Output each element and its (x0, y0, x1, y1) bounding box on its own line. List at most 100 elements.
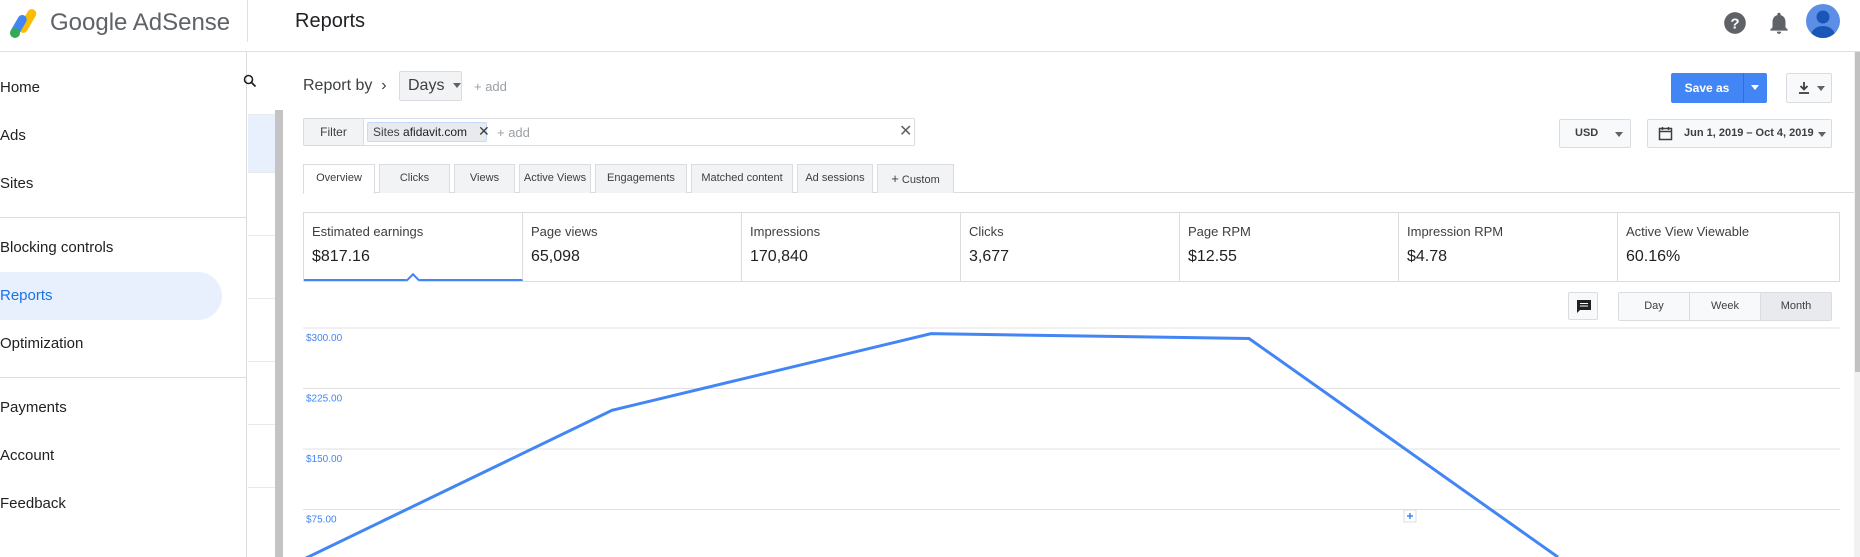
currency-dropdown[interactable]: USD (1559, 119, 1631, 148)
chevron-down-icon (1817, 86, 1825, 91)
metric-label: Estimated earnings (312, 224, 424, 239)
sidebar-item-blocking-controls[interactable]: Blocking controls (0, 224, 222, 272)
metric-card-impressions[interactable]: Impressions 170,840 (742, 213, 961, 281)
report-main: Report by › Days + add Save as Filter Si… (284, 52, 1860, 557)
sidebar-item-optimization[interactable]: Optimization (0, 320, 222, 368)
panel-divider (248, 487, 275, 488)
metric-label: Page RPM (1188, 224, 1251, 239)
add-annotation-icon[interactable] (1403, 509, 1417, 523)
sidebar-item-label: Payments (0, 399, 67, 416)
currency-value: USD (1575, 127, 1599, 139)
metric-card-active-view-viewable[interactable]: Active View Viewable 60.16% (1618, 213, 1839, 281)
metric-value: 60.16% (1626, 248, 1681, 265)
metric-card-page-views[interactable]: Page views 65,098 (523, 213, 742, 281)
page-scrollbar-thumb[interactable] (1855, 52, 1860, 372)
account-avatar[interactable] (1806, 4, 1840, 38)
search-icon[interactable] (243, 74, 257, 88)
date-range-value: Jun 1, 2019 – Oct 4, 2019 (1684, 127, 1814, 139)
panel-divider (248, 424, 275, 425)
sidebar-item-ads[interactable]: Ads (0, 112, 222, 160)
sidebar-item-sites[interactable]: Sites (0, 160, 222, 208)
filter-bar: Filter Sites afidavit.com ✕ + add ✕ (303, 118, 915, 146)
split-divider (1743, 73, 1744, 103)
dimension-dropdown[interactable]: Days (399, 71, 462, 101)
clear-filter-close-icon[interactable]: ✕ (899, 122, 912, 142)
download-icon (1799, 82, 1809, 94)
sidebar-item-label: Feedback (0, 495, 66, 512)
remove-chip-close-icon[interactable]: ✕ (478, 123, 490, 139)
metric-label: Impressions (750, 224, 821, 239)
metric-label: Page views (531, 224, 598, 239)
save-as-button[interactable]: Save as (1671, 73, 1767, 103)
metric-card-clicks[interactable]: Clicks 3,677 (961, 213, 1180, 281)
download-button[interactable] (1786, 73, 1832, 103)
chevron-down-icon (452, 83, 461, 89)
chevron-down-icon[interactable] (1751, 85, 1759, 90)
tab-active-views[interactable]: Active Views (519, 164, 591, 193)
sidebar-divider (0, 377, 247, 378)
sidebar-item-feedback[interactable]: Feedback (0, 480, 222, 528)
metric-value: $817.16 (312, 248, 370, 265)
metric-value: $4.78 (1407, 248, 1448, 265)
tab-views[interactable]: Views (454, 164, 515, 193)
panel-divider (248, 298, 275, 299)
sidebar-divider (0, 217, 247, 218)
tab-matched-content[interactable]: Matched content (691, 164, 793, 193)
filter-chip[interactable]: Sites afidavit.com (367, 122, 487, 142)
metric-card-page-rpm[interactable]: Page RPM $12.55 (1180, 213, 1399, 281)
period-day-button[interactable]: Day (1619, 293, 1690, 320)
panel-selected-row[interactable] (248, 114, 275, 172)
metric-label: Impression RPM (1407, 224, 1504, 239)
y-tick-label: $75.00 (306, 515, 337, 526)
sidebar-item-label: Sites (0, 175, 34, 192)
plus-icon: + (891, 171, 899, 186)
filter-button[interactable]: Filter (304, 119, 364, 145)
panel-divider (248, 114, 275, 115)
metric-card-estimated-earnings[interactable]: Estimated earnings $817.16 (304, 213, 523, 288)
brand-name[interactable]: Google AdSense (50, 9, 230, 37)
sidebar: Home Ads Sites Blocking controls Reports… (0, 52, 247, 557)
tab-ad-sessions[interactable]: Ad sessions (797, 164, 873, 193)
metric-label: Clicks (969, 224, 1004, 239)
comment-icon (1577, 300, 1591, 313)
tab-clicks[interactable]: Clicks (379, 164, 450, 193)
notifications-icon[interactable] (1766, 10, 1792, 36)
sidebar-item-home[interactable]: Home (0, 64, 222, 112)
panel-divider (248, 235, 275, 236)
help-icon[interactable]: ? (1722, 10, 1748, 36)
secondary-panel (248, 52, 283, 557)
sidebar-item-label: Reports (0, 287, 53, 304)
sidebar-item-payments[interactable]: Payments (0, 384, 222, 432)
page-title: Reports (295, 10, 366, 32)
metric-value: 3,677 (969, 248, 1010, 265)
tab-engagements[interactable]: Engagements (595, 164, 687, 193)
sidebar-item-label: Optimization (0, 335, 84, 352)
report-tabs: Overview Clicks Views Active Views Engag… (303, 164, 1860, 194)
period-month-button[interactable]: Month (1761, 293, 1831, 320)
chevron-down-icon (1818, 132, 1826, 137)
metric-value: 170,840 (750, 248, 808, 265)
sidebar-item-label: Ads (0, 127, 26, 144)
dimension-value: Days (408, 77, 445, 94)
metric-cards: Estimated earnings $817.16 Page views 65… (303, 212, 1840, 288)
tab-custom[interactable]: + Custom (877, 164, 954, 193)
y-tick-label: $300.00 (306, 333, 343, 344)
header-divider (247, 0, 248, 42)
sidebar-item-reports[interactable]: Reports (0, 272, 222, 320)
adsense-logo-icon[interactable] (6, 6, 42, 42)
sidebar-item-account[interactable]: Account (0, 432, 222, 480)
sidebar-item-label: Home (0, 79, 41, 96)
date-range-picker[interactable]: Jun 1, 2019 – Oct 4, 2019 (1647, 119, 1832, 148)
user-silhouette-icon (1810, 10, 1836, 38)
metric-value: $12.55 (1188, 248, 1237, 265)
tab-overview[interactable]: Overview (303, 164, 375, 194)
chevron-down-icon (1615, 132, 1623, 137)
annotations-button[interactable] (1568, 292, 1598, 320)
y-tick-label: $225.00 (306, 394, 343, 405)
panel-scrollbar[interactable] (275, 110, 283, 557)
save-as-label: Save as (1684, 81, 1730, 95)
filter-add-input[interactable]: + add (497, 125, 530, 140)
metric-card-impression-rpm[interactable]: Impression RPM $4.78 (1399, 213, 1618, 281)
period-week-button[interactable]: Week (1690, 293, 1761, 320)
add-dimension-link[interactable]: + add (474, 79, 507, 94)
